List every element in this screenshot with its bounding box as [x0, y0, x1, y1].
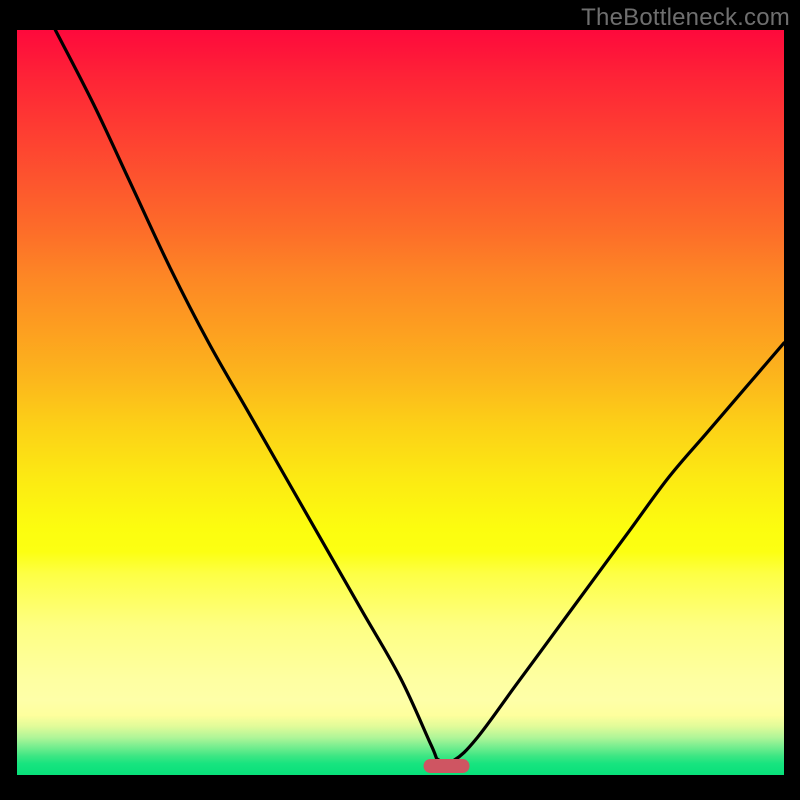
plot-area [17, 30, 784, 775]
watermark-text: TheBottleneck.com [581, 4, 790, 32]
chart-frame: TheBottleneck.com [0, 0, 800, 800]
optimum-marker [424, 759, 470, 773]
chart-background [17, 30, 784, 775]
bottleneck-chart [17, 30, 784, 775]
